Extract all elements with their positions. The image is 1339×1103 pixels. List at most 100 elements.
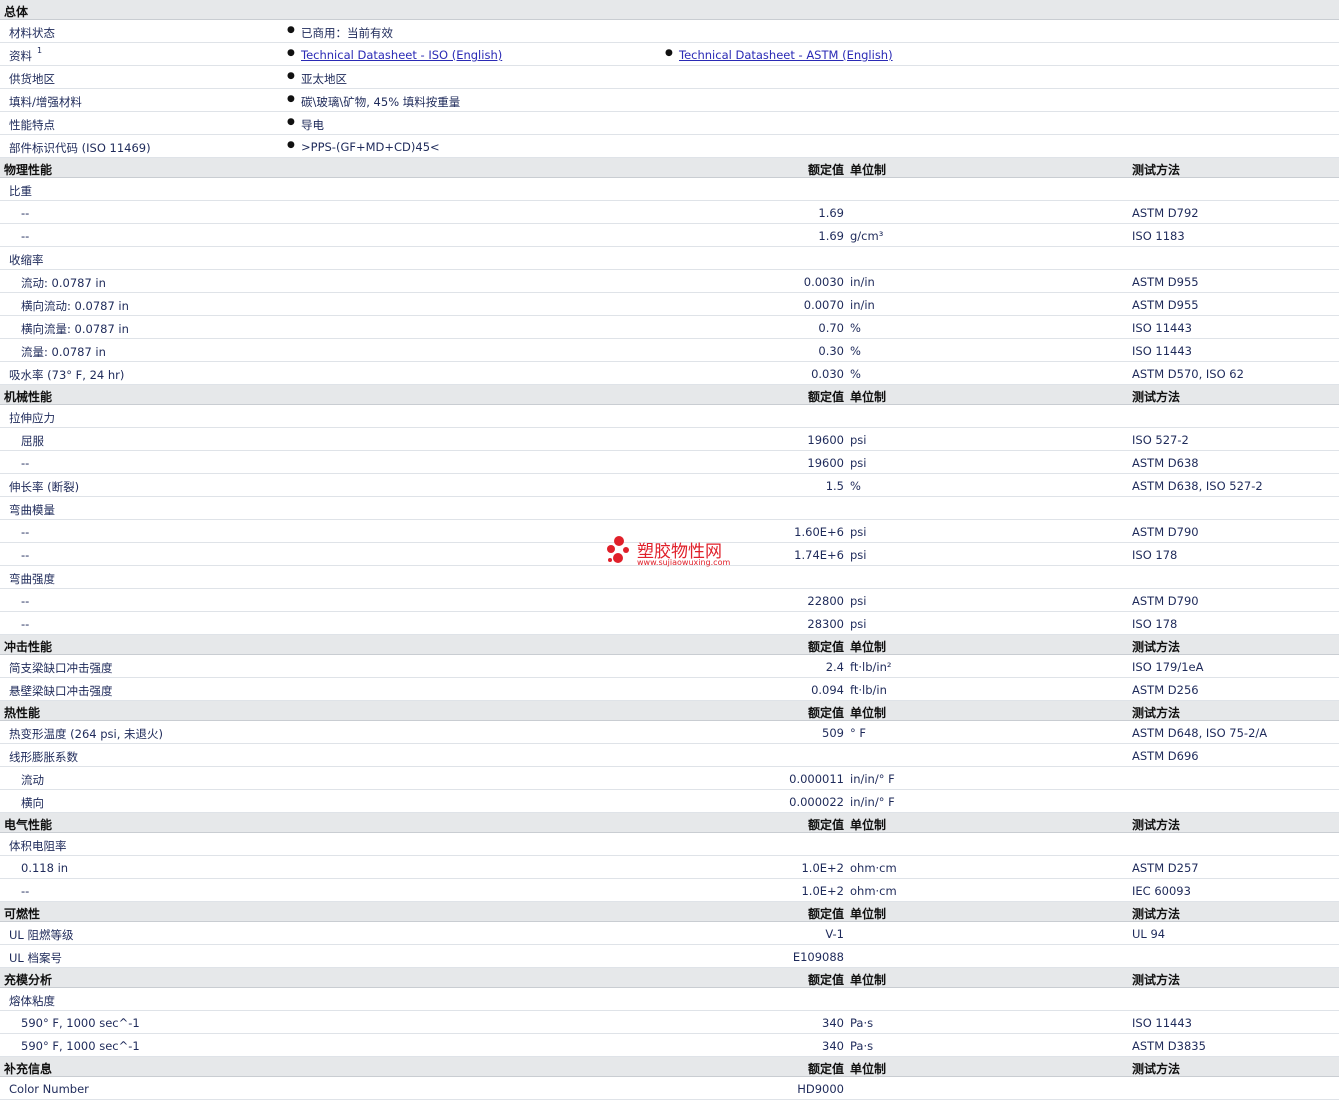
property-label: 性能特点 [9,118,55,132]
test-method: ISO 11443 [1132,1016,1192,1030]
table-row: UL 档案号 E109088 [0,945,1339,968]
column-header-method: 测试方法 [1132,973,1181,987]
property-label: 拉伸应力 [9,411,55,425]
nominal-value: 22800 [807,594,844,608]
test-method: ISO 178 [1132,548,1178,562]
property-label: -- [21,206,30,220]
section-header: 充模分析 额定值 单位制 测试方法 [0,968,1339,988]
bullet-icon: ● [287,94,295,104]
table-row: -- 1.69 g/cm³ ISO 1183 [0,224,1339,247]
table-row: 横向 0.000022 in/in/° F [0,790,1339,813]
property-label: -- [21,594,30,608]
table-row: 悬壁梁缺口冲击强度 0.094 ft·lb/in ASTM D256 [0,678,1339,701]
column-header-method: 测试方法 [1132,818,1181,832]
unit-value: g/cm³ [850,229,884,243]
nominal-value: 1.0E+2 [801,861,844,875]
test-method: ISO 11443 [1132,344,1192,358]
property-label: 伸长率 (断裂) [9,480,80,494]
nominal-value: 19600 [807,456,844,470]
table-row: 简支梁缺口冲击强度 2.4 ft·lb/in² ISO 179/1eA [0,655,1339,678]
nominal-value: 0.094 [811,683,844,697]
table-row: 部件标识代码 (ISO 11469) ● >PPS-(GF+MD+CD)45< [0,135,1339,158]
table-row: 填料/增强材料 ● 碳\玻璃\矿物, 45% 填料按重量 [0,89,1339,112]
unit-value: % [850,479,861,493]
property-label: 0.118 in [21,861,69,875]
test-method: ASTM D790 [1132,525,1199,539]
property-value: 导电 [301,118,324,132]
property-label: 悬壁梁缺口冲击强度 [9,684,113,698]
bullet-icon: ● [287,25,295,35]
table-row: 流动: 0.0787 in 0.0030 in/in ASTM D955 [0,270,1339,293]
nominal-value: V-1 [825,927,844,941]
unit-value: Pa·s [850,1039,874,1053]
table-row: 0.118 in 1.0E+2 ohm·cm ASTM D257 [0,856,1339,879]
nominal-value: 0.030 [811,367,844,381]
section-title: 补充信息 [4,1062,53,1076]
table-row: 材料状态 ● 已商用：当前有效 [0,20,1339,43]
table-row: 性能特点 ● 导电 [0,112,1339,135]
property-label: 横向流量: 0.0787 in [21,322,129,336]
nominal-value: 0.0030 [803,275,844,289]
test-method: ISO 11443 [1132,321,1192,335]
table-row: 590° F, 1000 sec^-1 340 Pa·s ASTM D3835 [0,1034,1339,1057]
unit-value: psi [850,525,867,539]
bullet-icon: ● [287,117,295,127]
table-row: 熔体粘度 [0,988,1339,1011]
unit-value: ° F [850,726,867,740]
table-row: 拉伸应力 [0,405,1339,428]
property-label: 收缩率 [9,253,44,267]
test-method: ISO 1183 [1132,229,1185,243]
table-row: 收缩率 [0,247,1339,270]
unit-value: % [850,367,861,381]
column-header-unit: 单位制 [850,390,887,404]
unit-value: psi [850,594,867,608]
test-method: ASTM D3835 [1132,1039,1206,1053]
property-label: 流量: 0.0787 in [21,345,106,359]
section-title: 总体 [4,5,29,19]
property-label: -- [21,525,30,539]
nominal-value: E109088 [792,950,844,964]
property-label: 流动 [21,773,44,787]
property-label: UL 档案号 [9,951,62,965]
nominal-value: 2.4 [825,660,844,674]
watermark-url: www.sujiaowuxing.com [637,558,731,567]
unit-value: Pa·s [850,1016,874,1030]
column-header-value: 额定值 [807,818,844,832]
property-label: -- [21,229,30,243]
nominal-value: 1.5 [825,479,844,493]
property-label: 弯曲强度 [9,572,55,586]
table-row: 线形膨胀系数 ASTM D696 [0,744,1339,767]
column-header-value: 额定值 [807,390,844,404]
unit-value: ft·lb/in [850,683,887,697]
property-label: 吸水率 (73° F, 24 hr) [9,368,125,382]
test-method: ASTM D955 [1132,275,1199,289]
nominal-value: 28300 [807,617,844,631]
datasheet-link[interactable]: Technical Datasheet - ASTM (English) [679,48,893,62]
nominal-value: 1.69 [818,206,844,220]
datasheet-link[interactable]: Technical Datasheet - ISO (English) [301,48,502,62]
test-method: ISO 178 [1132,617,1178,631]
property-label: 资料 [9,49,32,63]
property-label: 比重 [9,184,32,198]
test-method: ASTM D648, ISO 75-2/A [1132,726,1268,740]
table-row: 吸水率 (73° F, 24 hr) 0.030% ASTM D570, ISO 6… [0,362,1339,385]
nominal-value: 0.30 [818,344,844,358]
property-label: 弯曲模量 [9,503,55,517]
section-header: 冲击性能 额定值 单位制 测试方法 [0,635,1339,655]
unit-value: ohm·cm [850,884,897,898]
unit-value: in/in [850,275,875,289]
section-title: 热性能 [4,706,41,720]
test-method: ASTM D696 [1132,749,1199,763]
nominal-value: 1.74E+6 [794,548,844,562]
column-header-method: 测试方法 [1132,163,1181,177]
test-method: UL 94 [1132,927,1166,941]
table-row: 体积电阻率 [0,833,1339,856]
dots-logo-icon [607,536,629,563]
table-row: UL 阻燃等级 V-1 UL 94 [0,922,1339,945]
property-label: 部件标识代码 (ISO 11469) [9,141,151,155]
property-label: 屈服 [21,434,44,448]
property-label: UL 阻燃等级 [9,928,74,942]
column-header-value: 额定值 [807,706,844,720]
unit-value: in/in/° F [850,795,895,809]
nominal-value: 340 [822,1016,844,1030]
